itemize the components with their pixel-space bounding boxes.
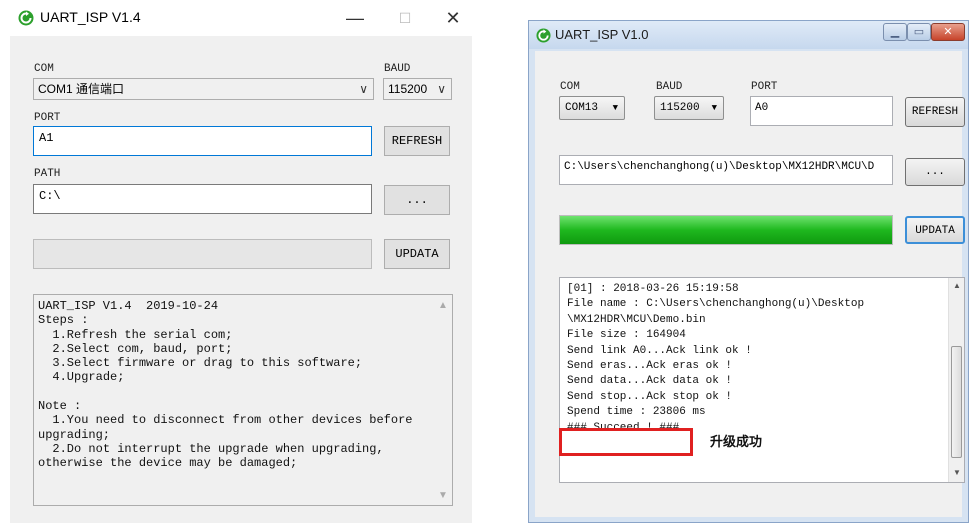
scroll-down-icon[interactable]: ▼ <box>438 490 448 501</box>
baud-label: BAUD <box>384 63 411 75</box>
maximize-button[interactable]: ☐ <box>390 6 420 30</box>
scroll-thumb[interactable] <box>951 346 962 458</box>
right-title-bar: UART_ISP V1.0 ▁ ▭ ✕ <box>529 21 968 49</box>
maximize-button[interactable]: ▭ <box>907 23 931 41</box>
updata-button[interactable]: UPDATA <box>905 216 965 244</box>
chevron-down-icon: ∨ <box>359 82 368 96</box>
refresh-button[interactable]: REFRESH <box>905 97 965 127</box>
path-input[interactable]: C:\Users\chenchanghong(u)\Desktop\MX12HD… <box>559 155 893 185</box>
chevron-down-icon: ∨ <box>437 82 446 96</box>
window-title: UART_ISP V1.4 <box>40 9 141 25</box>
baud-select[interactable]: 115200 ∨ <box>383 78 452 100</box>
app-refresh-icon <box>18 10 34 26</box>
baud-select-value: 115200 <box>388 82 428 96</box>
window-title: UART_ISP V1.0 <box>555 27 649 42</box>
left-app-window: UART_ISP V1.4 — ☐ ✕ COM COM1 通信端口 ∨ BAUD… <box>10 0 472 523</box>
success-annotation: 升级成功 <box>710 435 763 450</box>
dropdown-arrow-icon: ▼ <box>612 103 618 113</box>
browse-button[interactable]: ... <box>384 185 450 215</box>
close-button[interactable]: ✕ <box>931 23 965 41</box>
progress-bar <box>559 215 893 245</box>
success-highlight-box <box>559 428 693 456</box>
app-refresh-icon <box>536 28 551 43</box>
scroll-up-icon[interactable]: ▲ <box>438 300 448 311</box>
scroll-up-icon[interactable]: ▲ <box>953 281 961 290</box>
minimize-button[interactable]: ▁ <box>883 23 907 41</box>
com-select[interactable]: COM13 ▼ <box>559 96 625 120</box>
port-input[interactable]: A0 <box>750 96 893 126</box>
com-select-value: COM1 通信端口 <box>38 82 125 96</box>
log-textarea[interactable]: UART_ISP V1.4 2019-10-24 Steps : 1.Refre… <box>33 294 453 506</box>
minimize-button[interactable]: — <box>340 6 370 30</box>
dropdown-arrow-icon: ▼ <box>711 103 717 113</box>
baud-label: BAUD <box>656 81 683 93</box>
close-button[interactable]: ✕ <box>438 6 468 30</box>
path-label: PATH <box>34 168 61 180</box>
progress-fill <box>560 216 892 244</box>
com-label: COM <box>560 81 580 93</box>
scroll-down-icon[interactable]: ▼ <box>953 468 961 477</box>
refresh-button[interactable]: REFRESH <box>384 126 450 156</box>
updata-button[interactable]: UPDATA <box>384 239 450 269</box>
log-scrollbar[interactable]: ▲ ▼ <box>948 278 964 482</box>
com-label: COM <box>34 63 54 75</box>
baud-select[interactable]: 115200 ▼ <box>654 96 724 120</box>
right-app-window: UART_ISP V1.0 ▁ ▭ ✕ COM COM13 ▼ BAUD 115… <box>528 20 969 523</box>
com-select-value: COM13 <box>565 102 599 114</box>
port-label: PORT <box>751 81 778 93</box>
browse-button[interactable]: ... <box>905 158 965 186</box>
right-client-area: COM COM13 ▼ BAUD 115200 ▼ PORT A0 REFRES… <box>535 51 965 517</box>
left-title-bar: UART_ISP V1.4 — ☐ ✕ <box>10 0 472 36</box>
path-input[interactable]: C:\ <box>33 184 372 214</box>
baud-select-value: 115200 <box>660 102 700 114</box>
com-select[interactable]: COM1 通信端口 ∨ <box>33 78 374 100</box>
port-input[interactable]: A1 <box>33 126 372 156</box>
progress-bar <box>33 239 372 269</box>
port-label: PORT <box>34 112 61 124</box>
